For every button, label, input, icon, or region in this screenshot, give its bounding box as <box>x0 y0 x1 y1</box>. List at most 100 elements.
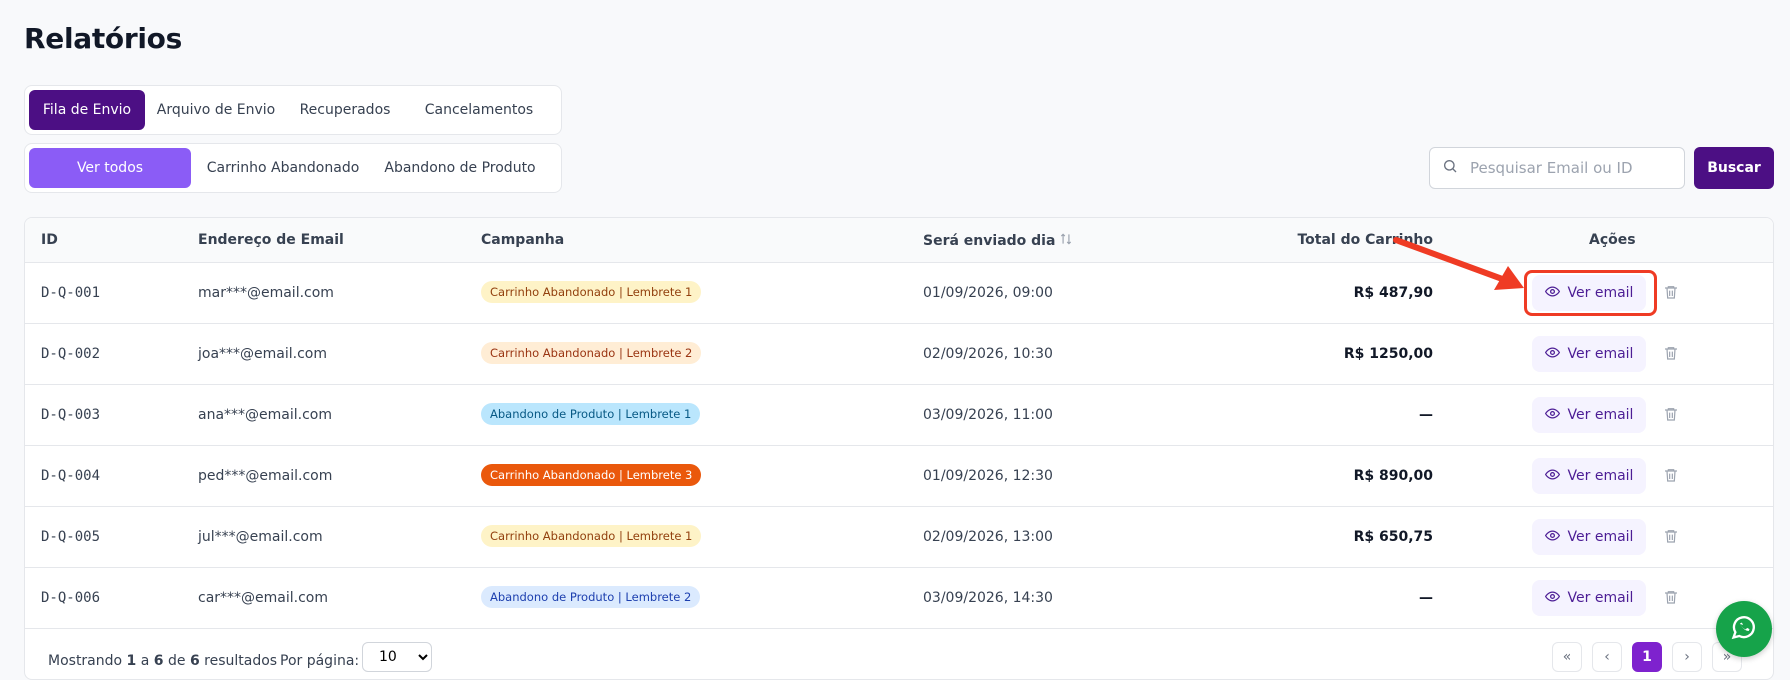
view-email-label: Ver email <box>1567 529 1634 545</box>
view-email-label: Ver email <box>1567 285 1634 301</box>
table-row: D-Q-004 ped***@email.com Carrinho Abando… <box>25 446 1773 507</box>
campaign-badge-label: Carrinho Abandonado | Lembrete 1 <box>481 281 702 303</box>
header-send-date-label: Será enviado dia <box>923 233 1056 249</box>
results-word: resultados <box>204 653 278 669</box>
view-email-button[interactable]: Ver email <box>1532 458 1646 494</box>
campaign-badge-label: Carrinho Abandonado | Lembrete 3 <box>481 464 702 486</box>
row-id: D-Q-003 <box>41 407 101 423</box>
row-email: car***@email.com <box>198 590 328 606</box>
view-email-label: Ver email <box>1567 468 1634 484</box>
row-cart-total: R$ 650,75 <box>1353 529 1433 545</box>
prev-page-button[interactable]: ‹ <box>1592 642 1622 672</box>
report-tabs: Fila de Envio Arquivo de Envio Recuperad… <box>24 85 562 135</box>
row-id: D-Q-005 <box>41 529 101 545</box>
header-email: Endereço de Email <box>198 232 344 248</box>
row-cart-total: — <box>1419 590 1433 606</box>
table-row: D-Q-003 ana***@email.com Abandono de Pro… <box>25 385 1773 446</box>
table-header: ID Endereço de Email Campanha Será envia… <box>25 218 1773 263</box>
row-id: D-Q-006 <box>41 590 101 606</box>
header-id: ID <box>41 232 58 248</box>
whatsapp-icon <box>1730 613 1758 645</box>
subtab-ver-todos[interactable]: Ver todos <box>29 148 191 188</box>
range-of-word: de <box>168 653 186 669</box>
header-campaign: Campanha <box>481 232 565 248</box>
table-row: D-Q-005 jul***@email.com Carrinho Abando… <box>25 507 1773 568</box>
per-page-label: Por página: <box>280 653 360 669</box>
campaign-badge-label: Carrinho Abandonado | Lembrete 1 <box>481 525 702 547</box>
row-send-date: 02/09/2026, 13:00 <box>923 529 1053 545</box>
next-page-button[interactable]: › <box>1672 642 1702 672</box>
row-cart-total: R$ 487,90 <box>1353 285 1433 301</box>
whatsapp-chat-button[interactable] <box>1716 601 1772 657</box>
campaign-filter-tabs: Ver todos Carrinho Abandonado Abandono d… <box>24 143 562 193</box>
range-from: 1 <box>126 653 137 669</box>
eye-icon <box>1544 406 1560 425</box>
tab-arquivo-de-envio[interactable]: Arquivo de Envio <box>151 90 281 130</box>
view-email-button[interactable]: Ver email <box>1532 519 1646 555</box>
trash-icon[interactable] <box>1663 588 1679 608</box>
range-to: 6 <box>153 653 164 669</box>
table-footer: Mostrando 1 a 6 de 6 resultados Por pági… <box>25 636 1773 679</box>
row-cart-total: — <box>1419 407 1433 423</box>
row-email: ped***@email.com <box>198 468 333 484</box>
table-row: D-Q-006 car***@email.com Abandono de Pro… <box>25 568 1773 629</box>
row-send-date: 03/09/2026, 11:00 <box>923 407 1053 423</box>
view-email-label: Ver email <box>1567 590 1634 606</box>
campaign-badge: Abandono de Produto | Lembrete 1 <box>481 403 701 425</box>
view-email-button[interactable]: Ver email <box>1532 397 1646 433</box>
campaign-badge: Carrinho Abandonado | Lembrete 1 <box>481 281 702 303</box>
row-email: joa***@email.com <box>198 346 327 362</box>
view-email-label: Ver email <box>1567 346 1634 362</box>
eye-icon <box>1544 467 1560 486</box>
row-send-date: 01/09/2026, 09:00 <box>923 285 1053 301</box>
campaign-badge: Carrinho Abandonado | Lembrete 1 <box>481 525 702 547</box>
row-cart-total: R$ 1250,00 <box>1343 346 1433 362</box>
campaign-badge: Carrinho Abandonado | Lembrete 2 <box>481 342 702 364</box>
search-icon <box>1442 158 1458 178</box>
range-to-word: a <box>140 653 150 669</box>
trash-icon[interactable] <box>1663 466 1679 486</box>
subtab-abandono-de-produto[interactable]: Abandono de Produto <box>375 148 545 188</box>
eye-icon <box>1544 345 1560 364</box>
view-email-label: Ver email <box>1567 407 1634 423</box>
table-row: D-Q-001 mar***@email.com Carrinho Abando… <box>25 263 1773 324</box>
row-send-date: 01/09/2026, 12:30 <box>923 468 1053 484</box>
row-send-date: 03/09/2026, 14:30 <box>923 590 1053 606</box>
view-email-button[interactable]: Ver email <box>1532 580 1646 616</box>
campaign-badge: Carrinho Abandonado | Lembrete 3 <box>481 464 702 486</box>
row-cart-total: R$ 890,00 <box>1353 468 1433 484</box>
trash-icon[interactable] <box>1663 283 1679 303</box>
chevrons-left-icon: « <box>1562 649 1572 665</box>
row-id: D-Q-001 <box>41 285 101 301</box>
tab-cancelamentos[interactable]: Cancelamentos <box>409 90 549 130</box>
page-title: Relatórios <box>24 22 182 55</box>
queue-table: ID Endereço de Email Campanha Será envia… <box>24 217 1774 680</box>
view-email-button[interactable]: Ver email <box>1532 275 1646 311</box>
tab-recuperados[interactable]: Recuperados <box>287 90 403 130</box>
view-email-button[interactable]: Ver email <box>1532 336 1646 372</box>
eye-icon <box>1544 589 1560 608</box>
trash-icon[interactable] <box>1663 344 1679 364</box>
trash-icon[interactable] <box>1663 527 1679 547</box>
search-input[interactable] <box>1470 159 1670 177</box>
row-email: mar***@email.com <box>198 285 334 301</box>
search-box <box>1429 147 1685 189</box>
search-button[interactable]: Buscar <box>1694 147 1774 189</box>
header-send-date[interactable]: Será enviado dia <box>923 232 1073 250</box>
header-actions: Ações <box>1589 232 1636 248</box>
per-page-select[interactable]: 10 <box>362 642 432 672</box>
sort-icon[interactable] <box>1059 232 1073 250</box>
tab-fila-de-envio[interactable]: Fila de Envio <box>29 90 145 130</box>
campaign-badge-label: Abandono de Produto | Lembrete 2 <box>481 586 701 608</box>
trash-icon[interactable] <box>1663 405 1679 425</box>
row-id: D-Q-002 <box>41 346 101 362</box>
subtab-carrinho-abandonado[interactable]: Carrinho Abandonado <box>197 148 369 188</box>
first-page-button[interactable]: « <box>1552 642 1582 672</box>
row-send-date: 02/09/2026, 10:30 <box>923 346 1053 362</box>
row-email: jul***@email.com <box>198 529 323 545</box>
eye-icon <box>1544 528 1560 547</box>
campaign-badge: Abandono de Produto | Lembrete 2 <box>481 586 701 608</box>
row-id: D-Q-004 <box>41 468 101 484</box>
page-number-button[interactable]: 1 <box>1632 642 1662 672</box>
showing-prefix: Mostrando <box>48 653 123 669</box>
